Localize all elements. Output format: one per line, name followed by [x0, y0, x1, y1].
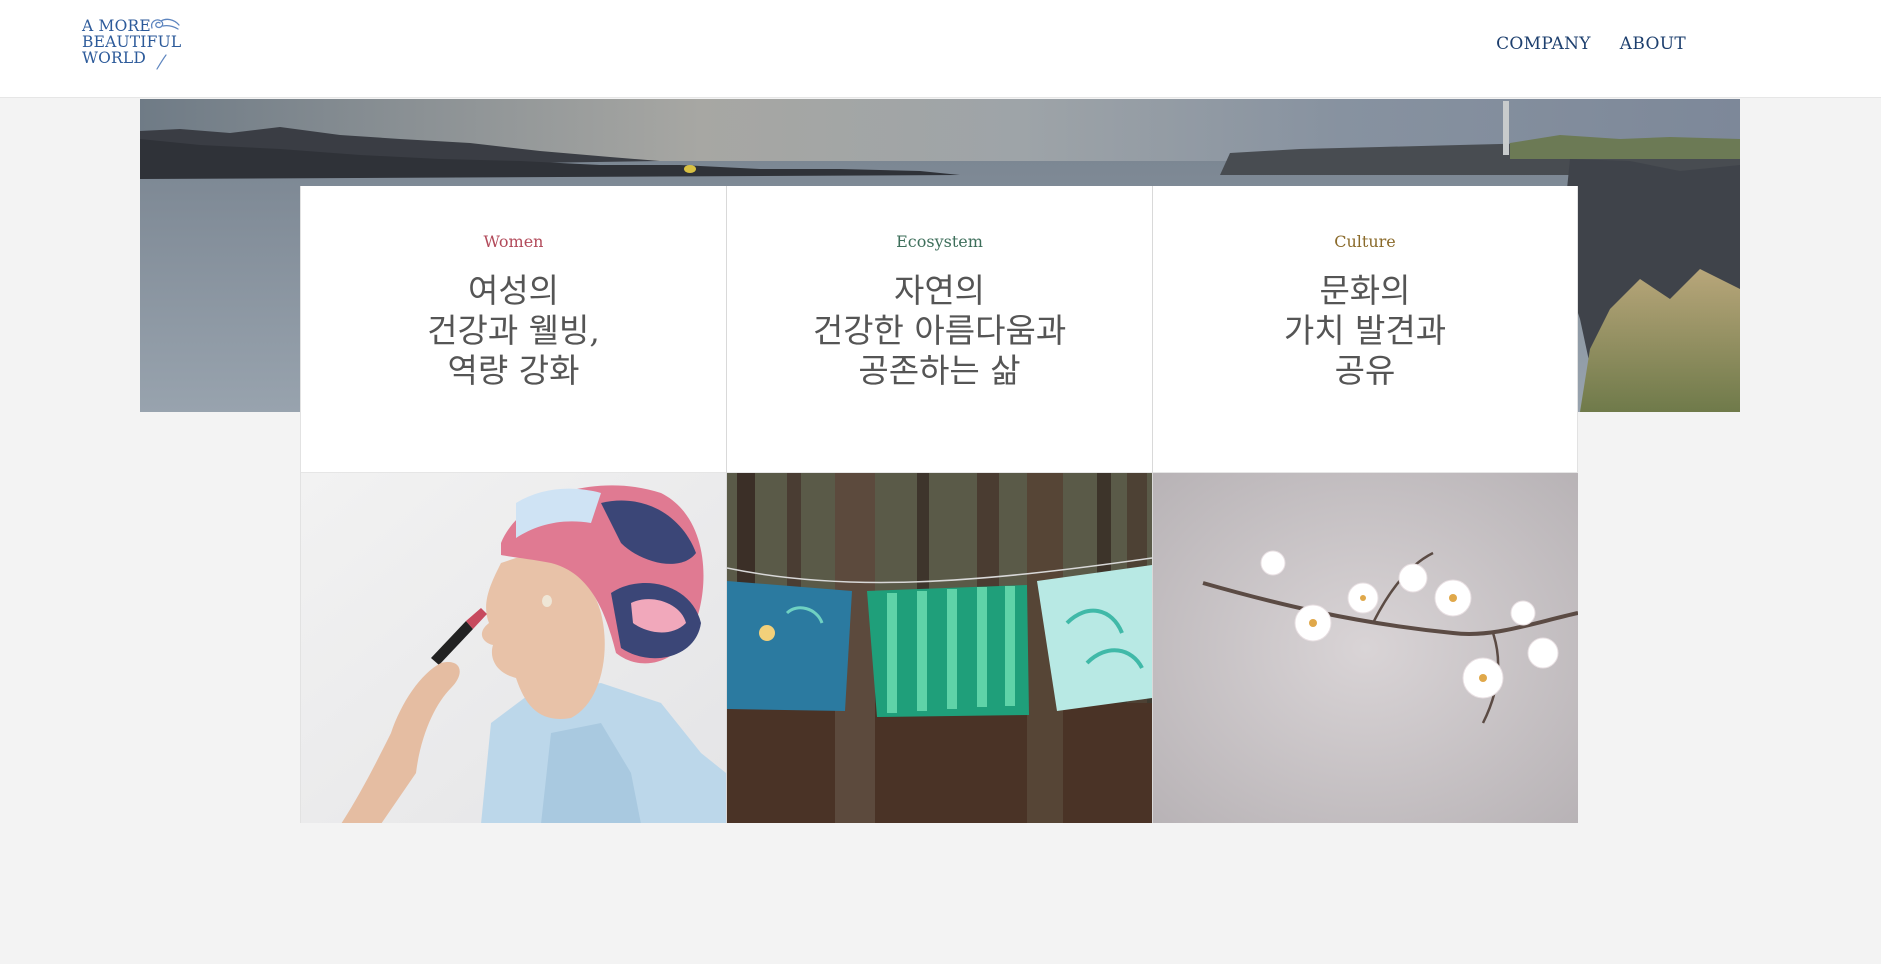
card-ecosystem-image[interactable]: [727, 472, 1152, 823]
logo-line-3: WORLD: [82, 49, 147, 67]
nav-about[interactable]: ABOUT: [1620, 34, 1686, 54]
card-ecosystem-title-line-2: 건강한 아름다움과: [812, 311, 1067, 350]
card-women-image[interactable]: [301, 472, 726, 823]
card-culture-text: Culture 문화의 가치 발견과 공유: [1153, 186, 1577, 472]
card-culture-title-line-2: 가치 발견과: [1283, 311, 1447, 350]
card-culture-title: 문화의 가치 발견과 공유: [1284, 271, 1446, 391]
card-women-title-line-2: 건강과 웰빙,: [427, 311, 600, 350]
card-culture-title-line-3: 공유: [1334, 351, 1396, 390]
site-header: A MORE BEAUTIFUL WORLD COMPANY ABOUT: [0, 0, 1881, 98]
card-women[interactable]: Women 여성의 건강과 웰빙, 역량 강화: [300, 186, 726, 823]
card-ecosystem-title-line-3: 공존하는 삶: [858, 351, 1021, 390]
card-women-title: 여성의 건강과 웰빙, 역량 강화: [427, 271, 600, 391]
nav-company[interactable]: COMPANY: [1496, 34, 1591, 54]
logo-swirl-icon: [150, 18, 180, 30]
card-ecosystem-category: Ecosystem: [896, 232, 983, 251]
card-culture-category: Culture: [1334, 232, 1396, 251]
card-women-title-line-1: 여성의: [467, 271, 560, 310]
card-women-text: Women 여성의 건강과 웰빙, 역량 강화: [301, 186, 726, 472]
card-ecosystem-title: 자연의 건강한 아름다움과 공존하는 삶: [813, 271, 1066, 391]
card-culture-title-line-1: 문화의: [1319, 271, 1411, 310]
main-nav: COMPANY ABOUT: [1496, 34, 1686, 54]
card-women-title-line-3: 역량 강화: [447, 351, 580, 390]
pillars-cards: Women 여성의 건강과 웰빙, 역량 강화 Ecosystem 자연의 건강…: [300, 186, 1579, 823]
card-women-category: Women: [483, 232, 544, 251]
card-culture-image[interactable]: [1153, 472, 1578, 823]
card-culture[interactable]: Culture 문화의 가치 발견과 공유: [1152, 186, 1578, 823]
card-ecosystem-text: Ecosystem 자연의 건강한 아름다움과 공존하는 삶: [727, 186, 1152, 472]
brand-logo[interactable]: A MORE BEAUTIFUL WORLD: [82, 18, 192, 74]
logo-slash-icon: [156, 54, 167, 70]
card-ecosystem[interactable]: Ecosystem 자연의 건강한 아름다움과 공존하는 삶: [726, 186, 1152, 823]
card-ecosystem-title-line-1: 자연의: [893, 271, 986, 310]
